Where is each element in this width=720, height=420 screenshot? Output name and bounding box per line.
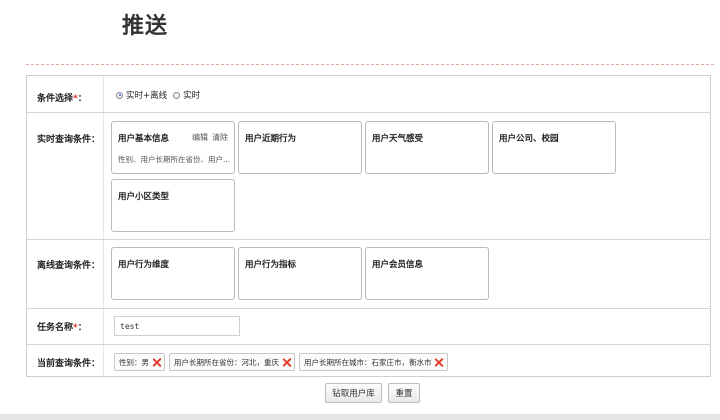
card-user-member-info[interactable]: 用户会员信息 — [365, 247, 489, 300]
divider — [26, 64, 714, 65]
bottom-bar — [0, 414, 720, 420]
card-user-company-campus[interactable]: 用户公司、校园 — [492, 121, 616, 174]
card-user-behavior-metric[interactable]: 用户行为指标 — [238, 247, 362, 300]
task-name-input[interactable] — [114, 316, 240, 336]
offline-query-label: 离线查询条件： — [37, 261, 101, 271]
row-divider — [27, 308, 710, 309]
radio-realtime[interactable] — [173, 91, 181, 99]
current-query-label: 当前查询条件： — [37, 359, 101, 369]
card-title: 用户行为维度 — [118, 260, 170, 270]
condition-tag: 性别：男 — [114, 353, 165, 371]
tag-label: 性别：男 — [119, 357, 149, 367]
condition-tag: 用户长期所在省份：河北，重庆 — [169, 353, 295, 371]
condition-tag: 用户长期所在城市：石家庄市，衡水市 — [299, 353, 448, 371]
row-divider — [27, 344, 710, 345]
card-title: 用户天气感受 — [372, 134, 424, 144]
remove-icon[interactable] — [282, 358, 291, 367]
card-user-recent-behavior[interactable]: 用户近期行为 — [238, 121, 362, 174]
card-description: 性别、用户长期所在省份、用户... — [118, 155, 230, 164]
reset-button[interactable]: 重置 — [388, 383, 420, 403]
row-divider — [27, 239, 710, 240]
tag-label: 用户长期所在省份：河北，重庆 — [174, 357, 279, 367]
remove-icon[interactable] — [152, 358, 161, 367]
realtime-query-label: 实时查询条件： — [37, 135, 101, 145]
row-divider — [27, 112, 710, 113]
drill-user-library-button[interactable]: 钻取用户库 — [325, 383, 382, 403]
card-user-weather-feel[interactable]: 用户天气感受 — [365, 121, 489, 174]
card-actions: 编辑 清除 — [188, 132, 228, 143]
card-title: 用户近期行为 — [245, 134, 297, 144]
card-user-behavior-dimension[interactable]: 用户行为维度 — [111, 247, 235, 300]
radio-realtime-offline-label[interactable]: 实时+离线 — [126, 89, 167, 101]
page-title: 推送 — [122, 14, 169, 39]
radio-realtime-label[interactable]: 实时 — [183, 89, 200, 101]
card-title: 用户小区类型 — [118, 192, 170, 202]
tag-label: 用户长期所在城市：石家庄市，衡水市 — [304, 357, 432, 367]
task-name-label: 任务名称*： — [37, 323, 87, 333]
card-title: 用户会员信息 — [372, 260, 424, 270]
label-column-divider — [103, 76, 104, 376]
push-form: 条件选择*： 实时+离线 实时 实时查询条件： 用户基本信息 编辑 清除 性别、用… — [26, 75, 711, 377]
radio-realtime-offline[interactable] — [116, 91, 123, 99]
card-title: 用户行为指标 — [245, 260, 297, 270]
card-user-basic-info[interactable]: 用户基本信息 编辑 清除 性别、用户长期所在省份、用户... — [111, 121, 235, 174]
condition-radio-group: 实时+离线 实时 — [116, 89, 200, 101]
card-user-community-type[interactable]: 用户小区类型 — [111, 179, 235, 232]
remove-icon[interactable] — [435, 358, 444, 367]
current-condition-tags: 性别：男 用户长期所在省份：河北，重庆 用户长期所在城市：石家庄市，衡水市 — [114, 353, 448, 371]
card-title: 用户公司、校园 — [499, 134, 559, 144]
card-title: 用户基本信息 — [118, 134, 170, 144]
condition-select-label: 条件选择*： — [37, 94, 87, 104]
clear-link[interactable]: 清除 — [212, 133, 228, 142]
edit-link[interactable]: 编辑 — [192, 133, 208, 142]
